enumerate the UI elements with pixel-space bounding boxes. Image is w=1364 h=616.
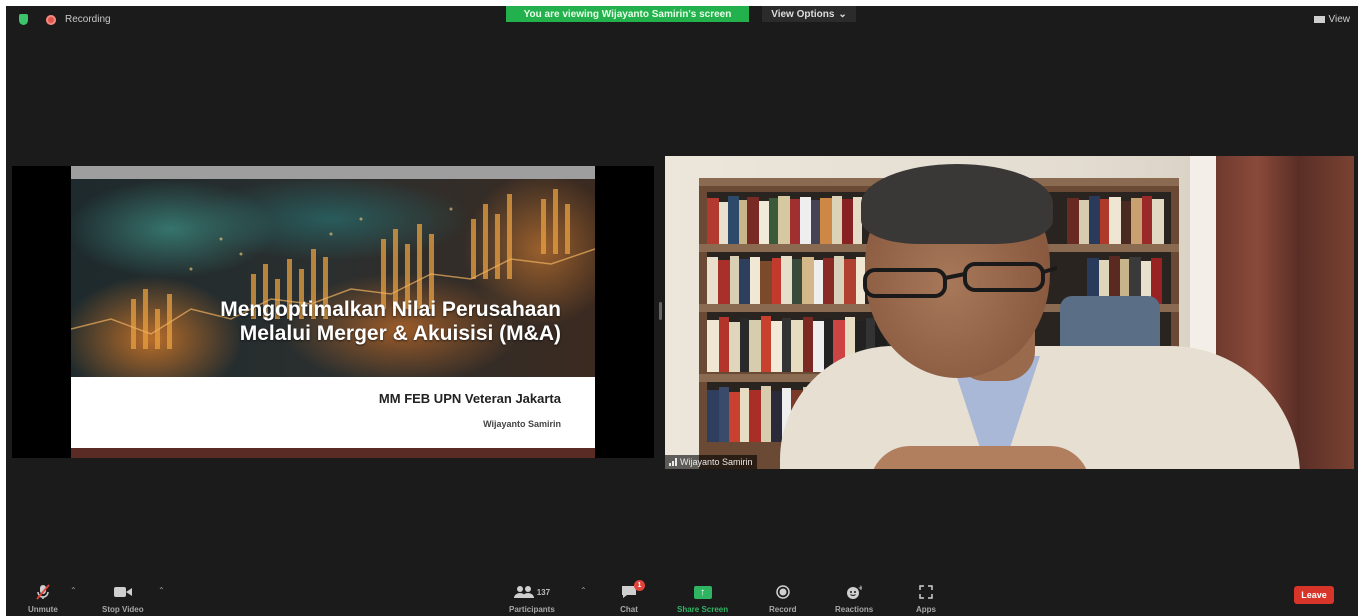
share-screen-button[interactable]: ↑ Share Screen (677, 580, 728, 614)
video-person-hand (870, 446, 1090, 469)
participant-video[interactable]: Wijayanto Samirin (665, 156, 1354, 469)
participants-button[interactable]: 137 Participants (509, 580, 555, 614)
unmute-options-caret-icon[interactable]: ⌃ (70, 586, 77, 595)
slide-top-strip (71, 166, 595, 179)
chat-icon: 1 (619, 580, 645, 600)
slide-author: Wijayanto Samirin (483, 419, 561, 429)
microphone-muted-icon (33, 584, 53, 600)
participants-count: 137 (536, 587, 551, 597)
slide-bottom-bar (71, 448, 595, 458)
reactions-icon: + (844, 584, 864, 600)
shield-icon[interactable] (19, 14, 28, 25)
apps-button[interactable]: Apps (916, 580, 936, 614)
chat-badge: 1 (634, 580, 645, 591)
video-person-hair (861, 164, 1053, 244)
unmute-label: Unmute (28, 605, 58, 614)
video-person-glasses (863, 262, 1057, 298)
share-screen-label: Share Screen (677, 605, 729, 614)
stop-video-button[interactable]: Stop Video (102, 580, 144, 614)
view-button[interactable]: View (1313, 14, 1351, 25)
stop-video-label: Stop Video (102, 605, 144, 614)
leave-button[interactable]: Leave (1294, 586, 1334, 604)
view-options-label: View Options (771, 8, 835, 20)
slide-title-line1: Mengoptimalkan Nilai Perusahaan (220, 298, 561, 321)
video-camera-icon (113, 584, 133, 600)
record-icon (46, 15, 56, 25)
apps-icon (916, 584, 936, 600)
record-button-icon (773, 584, 793, 600)
recording-label: Recording (65, 14, 111, 25)
participants-options-caret-icon[interactable]: ⌃ (580, 586, 587, 595)
video-options-caret-icon[interactable]: ⌃ (158, 586, 165, 595)
view-options-button[interactable]: View Options ⌄ (762, 6, 856, 22)
view-label: View (1328, 14, 1351, 25)
slide-title-line2: Melalui Merger & Akuisisi (M&A) (239, 322, 561, 345)
chat-button[interactable]: 1 Chat (619, 580, 645, 614)
presentation-slide: Mengoptimalkan Nilai Perusahaan Melalui … (71, 166, 595, 458)
participants-icon: 137 (510, 584, 554, 600)
slide-background-image (71, 179, 595, 377)
reactions-button[interactable]: + Reactions (835, 580, 873, 614)
reactions-label: Reactions (835, 605, 874, 614)
viewing-screen-banner: You are viewing Wijayanto Samirin's scre… (506, 6, 749, 22)
unmute-button[interactable]: Unmute (28, 580, 58, 614)
participant-name: Wijayanto Samirin (680, 457, 753, 467)
zoom-window: Recording You are viewing Wijayanto Sami… (6, 6, 1358, 616)
slide-title: Mengoptimalkan Nilai Perusahaan Melalui … (220, 298, 561, 346)
record-label: Record (769, 605, 797, 614)
signal-icon (669, 458, 677, 466)
slide-subtitle: MM FEB UPN Veteran Jakarta (378, 391, 561, 406)
apps-label: Apps (916, 605, 936, 614)
participants-label: Participants (509, 605, 555, 614)
meeting-toolbar: Unmute ⌃ Stop Video ⌃ 137 Participants ⌃… (6, 580, 1358, 616)
participant-name-tag: Wijayanto Samirin (665, 455, 757, 469)
share-screen-icon: ↑ (693, 584, 713, 600)
svg-text:+: + (858, 585, 862, 592)
grid-icon (1313, 16, 1325, 23)
panel-resize-handle[interactable] (659, 302, 662, 320)
record-button[interactable]: Record (769, 580, 797, 614)
shared-screen: Mengoptimalkan Nilai Perusahaan Melalui … (12, 166, 654, 458)
chat-label: Chat (620, 605, 638, 614)
stock-bars-graphic (71, 189, 595, 349)
chevron-down-icon: ⌄ (838, 8, 847, 20)
